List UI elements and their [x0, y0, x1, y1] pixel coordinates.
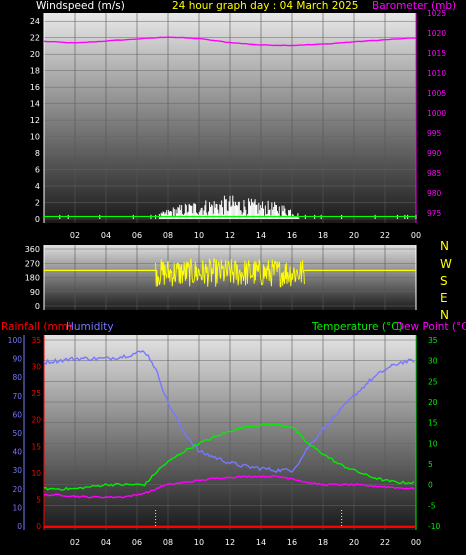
windspeed-tick-label: 24	[30, 17, 40, 26]
windspeed-axis-label: Windspeed (m/s)	[36, 0, 125, 12]
humidity-tick-label: 10	[12, 503, 22, 512]
weather-graph-canvas: Windspeed (m/s) 24 hour graph day : 04 M…	[1, 0, 466, 547]
compass-label-s: S	[440, 274, 448, 288]
x-tick-label: 12	[225, 538, 235, 547]
x-tick-label: 18	[318, 231, 328, 240]
humidity-tick-label: 40	[12, 448, 22, 457]
direction-tick-label: 90	[30, 288, 40, 297]
humidity-tick-label: 70	[12, 392, 22, 401]
humidity-tick-label: 100	[8, 336, 23, 345]
direction-tick-label: 0	[35, 302, 40, 311]
compass-label-w: W	[440, 257, 452, 271]
barometer-tick-label: 1000	[427, 109, 446, 118]
temperature-tick-label: 25	[428, 377, 438, 386]
temperature-tick-label: 30	[428, 357, 438, 366]
x-tick-label: 10	[194, 538, 204, 547]
direction-tick-label: 270	[25, 259, 40, 268]
humidity-tick-label: 50	[12, 429, 22, 438]
x-tick-label: 12	[225, 231, 235, 240]
x-tick-label: 20	[349, 231, 359, 240]
humidity-tick-label: 0	[17, 522, 22, 531]
rainfall-tick-label: 20	[31, 416, 41, 425]
rainfall-tick-label: 30	[31, 363, 41, 372]
windspeed-tick-label: 4	[35, 182, 40, 191]
x-tick-label: 18	[318, 538, 328, 547]
temperature-tick-label: 10	[428, 439, 438, 448]
compass-label-e: E	[440, 291, 448, 305]
x-tick-label: 16	[287, 538, 297, 547]
rainfall-tick-label: 0	[36, 522, 41, 531]
temperature-tick-label: 20	[428, 398, 438, 407]
temperature-tick-label: 0	[428, 481, 433, 490]
x-tick-label: 08	[163, 231, 173, 240]
windspeed-tick-label: 14	[30, 100, 40, 109]
rainfall-tick-label: 15	[31, 442, 41, 451]
compass-label-n-bottom: N	[440, 308, 449, 322]
x-tick-label: 14	[256, 538, 266, 547]
barometer-tick-label: 975	[427, 209, 442, 218]
barometer-tick-label: 980	[427, 189, 442, 198]
x-tick-label: 14	[256, 231, 266, 240]
windspeed-tick-label: 18	[30, 67, 40, 76]
temperature-tick-label: -5	[428, 501, 436, 510]
x-tick-label: 20	[349, 538, 359, 547]
rainfall-tick-label: 35	[31, 336, 41, 345]
x-tick-label: 22	[380, 538, 390, 547]
x-tick-label: 02	[70, 538, 80, 547]
rainfall-tick-label: 10	[31, 469, 41, 478]
windspeed-tick-label: 8	[35, 149, 40, 158]
rainfall-tick-label: 25	[31, 389, 41, 398]
windspeed-tick-label: 16	[30, 83, 40, 92]
x-tick-label: 00	[411, 538, 421, 547]
x-tick-label: 10	[194, 231, 204, 240]
barometer-tick-label: 1015	[427, 49, 446, 58]
barometer-tick-label: 990	[427, 149, 442, 158]
temperature-tick-label: 5	[428, 460, 433, 469]
chart-title: 24 hour graph day : 04 March 2025	[172, 0, 358, 12]
barometer-tick-label: 1010	[427, 69, 446, 78]
barometer-tick-label: 1025	[427, 9, 446, 18]
x-tick-label: 06	[132, 231, 142, 240]
x-tick-label: 06	[132, 538, 142, 547]
windspeed-tick-label: 6	[35, 166, 40, 175]
barometer-tick-label: 1020	[427, 29, 446, 38]
x-tick-label: 02	[70, 231, 80, 240]
x-tick-label: 04	[101, 538, 111, 547]
x-tick-label: 16	[287, 231, 297, 240]
windspeed-tick-label: 12	[30, 116, 40, 125]
windspeed-tick-label: 2	[35, 199, 40, 208]
dewpoint-axis-label: Dew Point (°C)	[396, 321, 466, 333]
windspeed-tick-label: 22	[30, 34, 40, 43]
windspeed-tick-label: 10	[30, 133, 40, 142]
humidity-axis-label: Humidity	[66, 321, 114, 333]
x-tick-label: 22	[380, 231, 390, 240]
rainfall-tick-label: 5	[36, 495, 41, 504]
humidity-tick-label: 30	[12, 466, 22, 475]
x-tick-label: 04	[101, 231, 111, 240]
temperature-tick-label: -10	[428, 522, 440, 531]
compass-label-n-top: N	[440, 239, 449, 253]
barometer-tick-label: 995	[427, 129, 442, 138]
x-tick-label: 00	[411, 231, 421, 240]
temperature-tick-label: 15	[428, 419, 438, 428]
windspeed-tick-label: 20	[30, 50, 40, 59]
windspeed-tick-label: 0	[35, 215, 40, 224]
temperature-axis-label: Temperature (°C)	[311, 321, 403, 333]
rainfall-axis-label: Rainfall (mm)	[1, 321, 72, 333]
barometer-tick-label: 1005	[427, 89, 446, 98]
humidity-tick-label: 20	[12, 485, 22, 494]
x-tick-label: 08	[163, 538, 173, 547]
humidity-tick-label: 60	[12, 410, 22, 419]
direction-tick-label: 180	[25, 274, 40, 283]
direction-tick-label: 360	[25, 245, 40, 254]
temperature-tick-label: 35	[428, 336, 438, 345]
humidity-tick-label: 90	[12, 355, 22, 364]
humidity-tick-label: 80	[12, 373, 22, 382]
barometer-tick-label: 985	[427, 169, 442, 178]
